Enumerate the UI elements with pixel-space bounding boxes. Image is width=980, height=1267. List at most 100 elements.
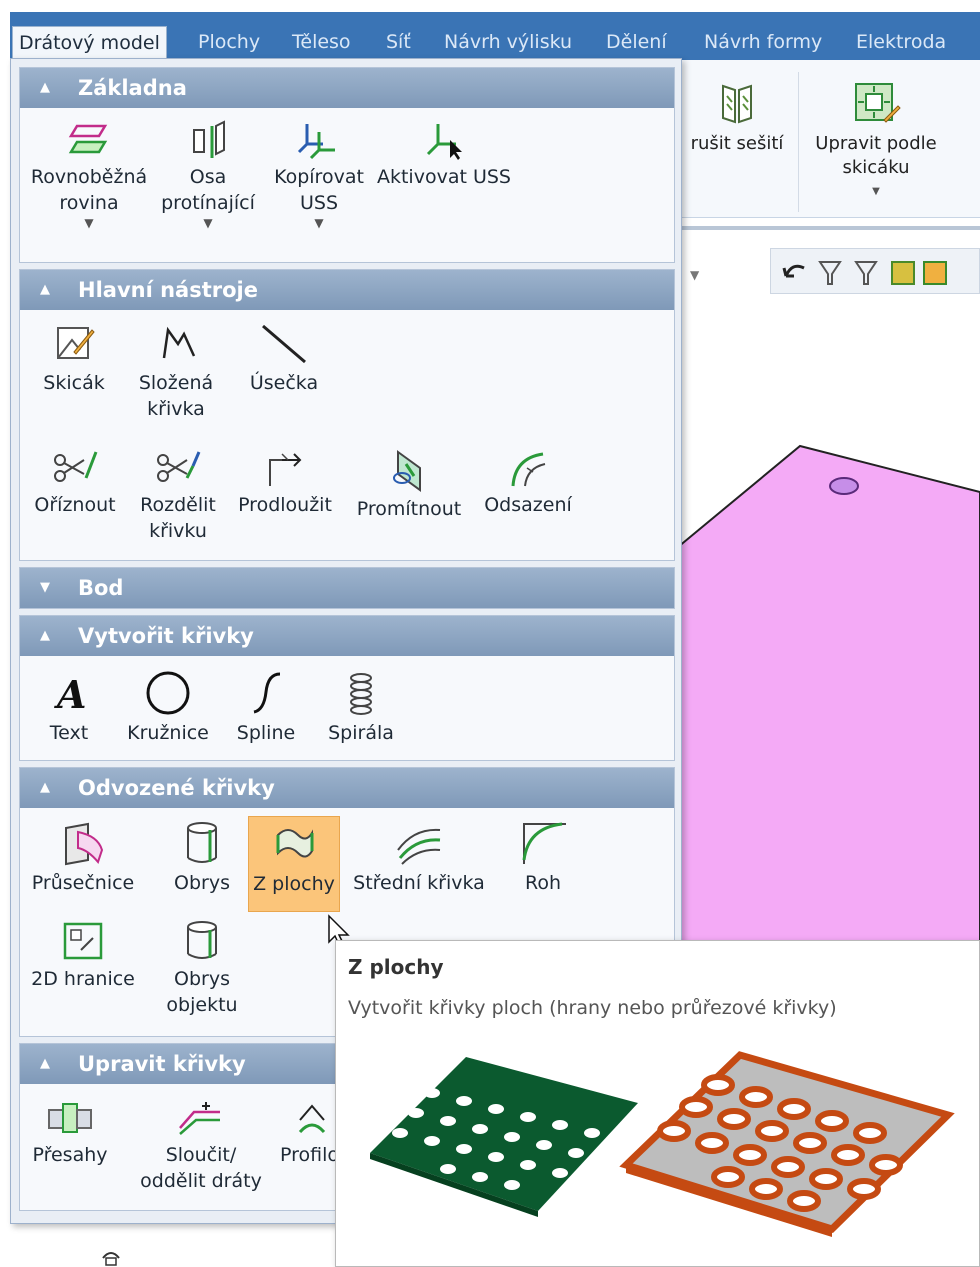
extend-icon <box>269 453 302 486</box>
intersection-curve-button[interactable]: Průsečnice <box>24 820 142 896</box>
cylinder-silhouette-icon <box>187 822 217 863</box>
group-header-hlavni-nastroje[interactable]: ▲ Hlavní nástroje <box>20 270 674 310</box>
select-icon <box>923 261 947 285</box>
rotate-view-icon[interactable] <box>100 1248 122 1266</box>
collapse-arrow-icon: ▲ <box>40 282 50 297</box>
object-silhouette-icon <box>187 921 217 959</box>
group-header-odvozene-krivky[interactable]: ▲ Odvozené křivky <box>20 768 674 808</box>
group-bod: ▼ Bod <box>19 567 675 609</box>
merge-split-wires-button[interactable]: Sloučit/ oddělit dráty <box>124 1098 278 1194</box>
group-title: Základna <box>78 76 187 100</box>
activate-ucs-icon <box>426 124 462 160</box>
group-title: Upravit křivky <box>78 1052 246 1076</box>
cancel-stitch-label: rušit sešití <box>690 133 784 154</box>
from-surface-button[interactable]: Z plochy <box>248 816 340 912</box>
group-hlavni-nastroje: ▲ Hlavní nástroje Skicák Složená křivka … <box>19 269 675 561</box>
dropdown-arrow-icon[interactable]: ▼ <box>264 216 374 230</box>
tooltip-title: Z plochy <box>348 955 444 979</box>
composite-curve-button[interactable]: Složená křivka <box>124 322 228 422</box>
2d-boundary-icon <box>63 922 103 960</box>
collapse-arrow-icon: ▲ <box>40 80 50 95</box>
split-curve-button[interactable]: Rozdělit křivku <box>128 448 228 544</box>
spiral-icon <box>350 673 372 715</box>
edit-by-sketch-button[interactable]: Upravit podle skicáku ▼ <box>802 80 950 204</box>
object-silhouette-button[interactable]: Obrys objektu <box>156 920 248 1018</box>
tab-surfaces[interactable]: Plochy <box>198 26 260 60</box>
undo-icon <box>782 264 805 278</box>
filter-icon <box>818 261 842 285</box>
intersection-curve-icon <box>65 822 104 866</box>
copy-ucs-button[interactable]: Kopírovat USS ▼ <box>264 120 374 230</box>
activate-ucs-button[interactable]: Aktivovat USS <box>372 120 516 190</box>
corner-icon <box>522 822 566 864</box>
group-header-zakladna[interactable]: ▲ Základna <box>20 68 674 108</box>
tab-mesh[interactable]: Síť <box>386 26 411 60</box>
overlaps-button[interactable]: Přesahy <box>24 1098 116 1168</box>
ribbon-separator <box>798 72 799 212</box>
pink-plate-model <box>672 444 980 942</box>
select-color-icon <box>891 261 915 285</box>
view-toolbar-icons <box>782 261 947 285</box>
intersecting-axis-icon <box>193 120 225 158</box>
corner-button[interactable]: Roh <box>508 820 578 896</box>
trim-button[interactable]: Oříznout <box>24 448 126 518</box>
spiral-button[interactable]: Spirála <box>320 670 402 746</box>
line-icon <box>262 324 306 364</box>
circle-button[interactable]: Kružnice <box>120 670 216 746</box>
tab-part-design[interactable]: Návrh výlisku <box>444 26 572 60</box>
tab-parting[interactable]: Dělení <box>606 26 667 60</box>
group-zakladna: ▲ Základna Rovnoběžná rovina ▼ Osa protí… <box>19 67 675 263</box>
dropdown-arrow-icon[interactable]: ▼ <box>150 216 266 230</box>
orange-curve-plate <box>619 1051 955 1237</box>
text-button[interactable]: A Text <box>34 670 104 746</box>
edit-by-sketch-label-2: skicáku <box>842 157 910 178</box>
group-title: Bod <box>78 576 124 600</box>
book-icon <box>722 84 752 124</box>
project-icon <box>393 450 421 492</box>
tooltip-description: Vytvořit křivky ploch (hrany nebo průřez… <box>348 997 837 1019</box>
collapse-arrow-icon: ▲ <box>40 780 50 795</box>
line-segment-button[interactable]: Úsečka <box>234 322 334 396</box>
group-header-vytvorit-krivky[interactable]: ▲ Vytvořit křivky <box>20 616 674 656</box>
offset-button[interactable]: Odsazení <box>474 448 582 518</box>
2d-boundary-button[interactable]: 2D hranice <box>24 920 142 992</box>
middle-curve-button[interactable]: Střední křivka <box>346 820 492 896</box>
dropdown-arrow-icon[interactable]: ▼ <box>24 216 154 230</box>
silhouette-button[interactable]: Obrys <box>156 820 248 896</box>
dropdown-arrow-icon[interactable]: ▼ <box>802 180 950 204</box>
tab-mold-design[interactable]: Návrh formy <box>704 26 822 60</box>
intersecting-axis-button[interactable]: Osa protínající ▼ <box>150 120 266 230</box>
composite-curve-icon <box>162 326 196 359</box>
parallel-plane-button[interactable]: Rovnoběžná rovina ▼ <box>24 120 154 230</box>
hole-feature <box>829 477 859 495</box>
from-surface-tooltip: Z plochy Vytvořit křivky ploch (hrany ne… <box>335 940 980 1267</box>
filter-select-icon <box>854 261 878 285</box>
spline-icon <box>253 672 281 714</box>
sketch-button[interactable]: Skicák <box>28 322 120 396</box>
project-button[interactable]: Promítnout <box>346 448 472 522</box>
cancel-stitch-button[interactable]: rušit sešití <box>676 80 798 156</box>
split-curve-icon <box>157 451 201 482</box>
group-vytvorit-krivky: ▲ Vytvořit křivky A Text Kružnice Spline… <box>19 615 675 761</box>
expand-arrow-icon: ▼ <box>40 580 50 595</box>
circle-icon <box>146 671 190 715</box>
tab-solid[interactable]: Těleso <box>292 26 351 60</box>
extend-button[interactable]: Prodloužit <box>228 448 342 518</box>
sketch-edit-icon <box>855 83 901 123</box>
group-title: Odvozené křivky <box>78 776 275 800</box>
sketch-icon <box>57 327 95 359</box>
spline-button[interactable]: Spline <box>228 670 304 746</box>
group-title: Hlavní nástroje <box>78 278 258 302</box>
collapse-arrow-icon: ▲ <box>40 628 50 643</box>
from-surface-icon <box>276 829 314 858</box>
scissors-icon <box>54 451 98 482</box>
offset-icon <box>511 452 546 487</box>
middle-curve-icon <box>397 828 441 865</box>
group-header-bod[interactable]: ▼ Bod <box>20 568 674 608</box>
profile-icon <box>298 1104 326 1134</box>
model-viewport[interactable] <box>672 232 980 942</box>
group-title: Vytvořit křivky <box>78 624 254 648</box>
tab-electrode[interactable]: Elektroda <box>856 26 946 60</box>
text-a-icon: A <box>54 672 86 716</box>
copy-ucs-icon <box>297 124 335 160</box>
